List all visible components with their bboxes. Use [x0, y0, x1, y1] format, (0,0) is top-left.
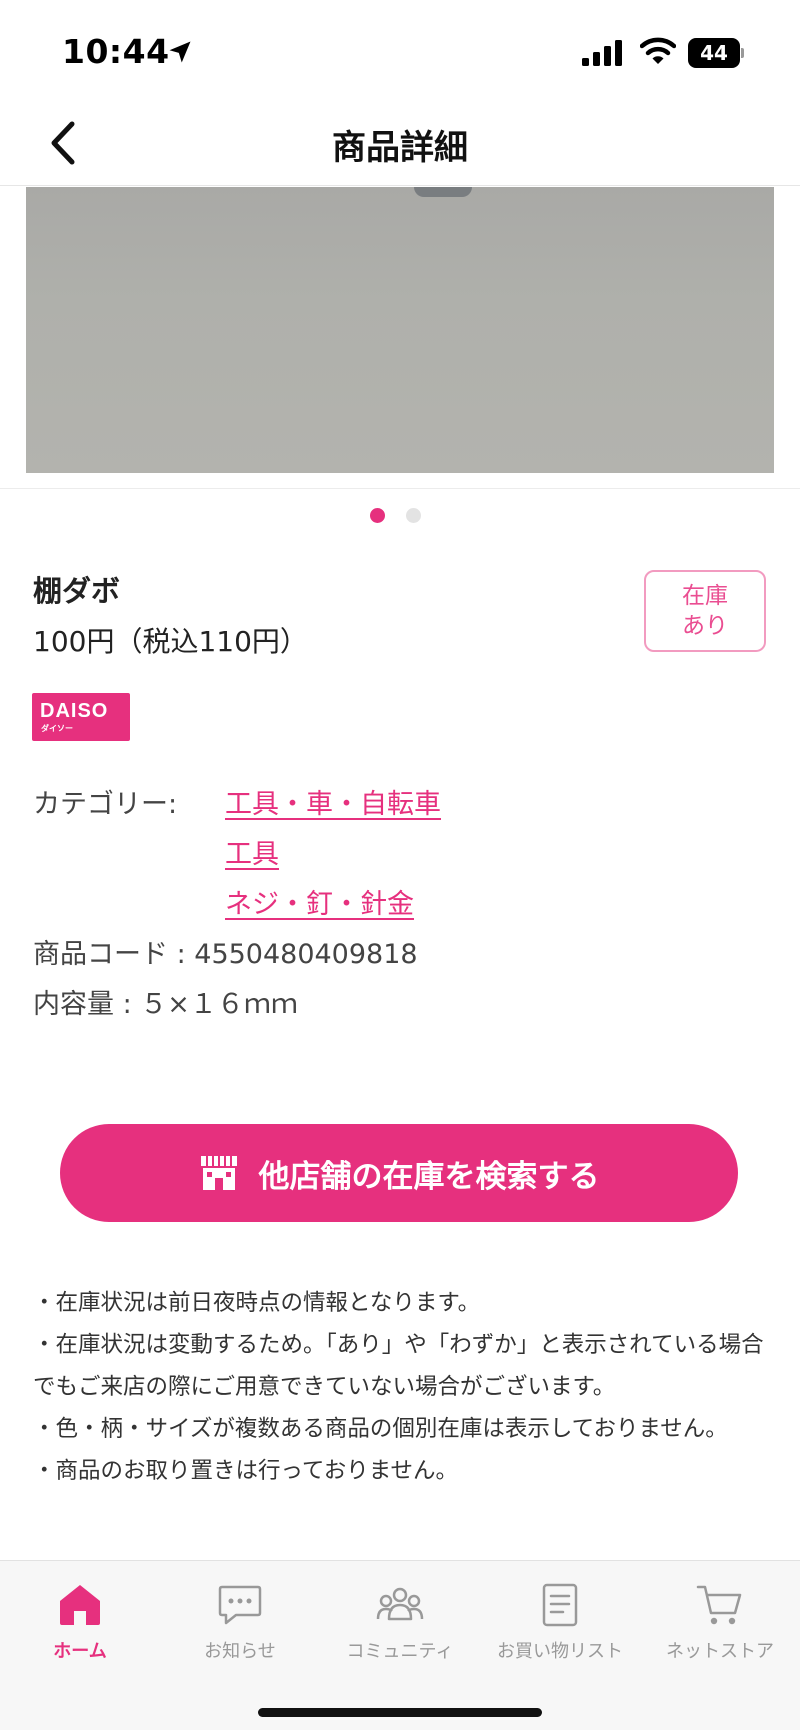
status-bar: 10:44 44	[0, 0, 800, 100]
tab-label: お買い物リスト	[497, 1641, 623, 1662]
category-link[interactable]: 工具・車・自転車	[225, 782, 441, 821]
tab-label: ホーム	[53, 1641, 107, 1662]
stock-badge-line: 在庫	[682, 583, 728, 609]
home-indicator	[258, 1708, 542, 1717]
note-item: ・在庫状況は前日夜時点の情報となります。	[33, 1290, 481, 1316]
tab-notifications[interactable]: お知らせ	[160, 1573, 320, 1673]
location-arrow-icon	[169, 41, 191, 63]
status-time: 10:44	[62, 32, 170, 71]
tab-home[interactable]: ホーム	[0, 1573, 160, 1673]
search-other-stores-button[interactable]: 他店舗の在庫を検索する	[60, 1124, 738, 1222]
tab-label: ネットストア	[666, 1641, 774, 1662]
cart-icon	[696, 1585, 742, 1625]
page-title: 商品詳細	[332, 128, 468, 168]
stock-badge-line: あり	[682, 613, 728, 639]
category-link[interactable]: 工具	[225, 832, 279, 871]
tab-label: お知らせ	[204, 1641, 276, 1662]
cellular-signal-icon	[582, 40, 622, 66]
battery-level: 44	[700, 41, 728, 65]
brand-logo-text: DAISO	[40, 700, 109, 722]
product-image[interactable]	[26, 187, 774, 473]
carousel-dot-active[interactable]	[370, 508, 385, 523]
product-code: 商品コード : 4550480409818	[33, 939, 418, 970]
brand-logo: DAISO ダイソー	[32, 693, 130, 741]
product-price: 100円（税込110円）	[33, 625, 308, 658]
tab-net-store[interactable]: ネットストア	[640, 1573, 800, 1673]
note-item: ・在庫状況は変動するため。「あり」や「わずか」と表示されている場合でもご来店の際…	[33, 1332, 764, 1400]
stock-badge: 在庫 あり	[644, 570, 766, 652]
note-item: ・商品のお取り置きは行っておりません。	[33, 1458, 459, 1484]
stock-notes: ・在庫状況は前日夜時点の情報となります。 ・在庫状況は変動するため。「あり」や「…	[33, 1282, 773, 1492]
carousel-dot[interactable]	[406, 508, 421, 523]
community-icon	[376, 1587, 424, 1621]
nav-bar: 商品詳細	[0, 100, 800, 186]
tab-label: コミュニティ	[346, 1641, 454, 1662]
tab-bar: ホーム お知らせ コミュニティ お買い物リスト ネットストア	[0, 1560, 800, 1730]
tab-shopping-list[interactable]: お買い物リスト	[480, 1573, 640, 1673]
note-item: ・色・柄・サイズが複数ある商品の個別在庫は表示しておりません。	[33, 1416, 728, 1442]
chat-icon	[218, 1585, 262, 1625]
wifi-icon	[640, 37, 676, 64]
tab-community[interactable]: コミュニティ	[320, 1573, 480, 1673]
home-icon	[60, 1585, 100, 1625]
product-name: 棚ダボ	[33, 574, 121, 608]
category-link[interactable]: ネジ・釘・針金	[225, 882, 414, 921]
list-icon	[542, 1583, 578, 1627]
category-label: カテゴリー:	[33, 789, 178, 820]
product-volume: 内容量 : ５×１６ｍｍ	[33, 989, 298, 1020]
carousel-indicator	[370, 508, 430, 524]
battery-indicator: 44	[688, 38, 744, 68]
brand-logo-subtext: ダイソー	[41, 724, 73, 733]
divider	[0, 488, 800, 489]
search-button-label: 他店舗の在庫を検索する	[258, 1158, 600, 1195]
store-icon	[200, 1156, 237, 1190]
